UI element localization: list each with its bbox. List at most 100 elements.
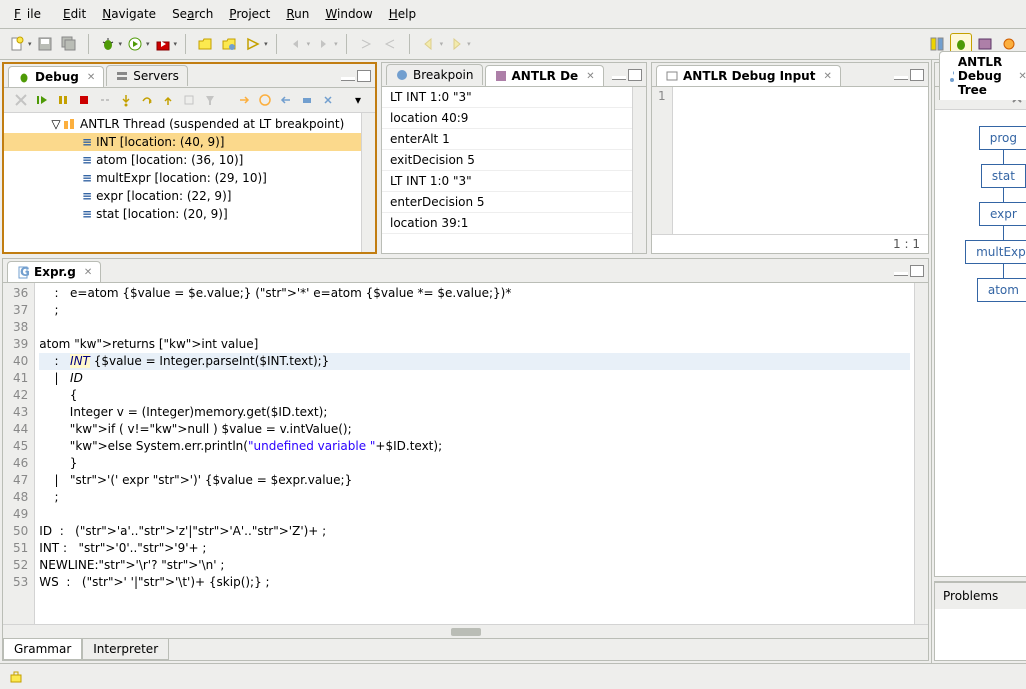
menu-help[interactable]: Help: [383, 4, 422, 24]
close-icon[interactable]: ✕: [823, 71, 831, 82]
debug-action-1-icon[interactable]: [235, 91, 253, 109]
tab-debug[interactable]: Debug ✕: [8, 66, 104, 87]
maximize-icon[interactable]: [628, 69, 642, 81]
debug-action-4-icon[interactable]: [298, 91, 316, 109]
stack-frame-row[interactable]: ≡INT [location: (40, 9)]: [4, 133, 361, 151]
input-text-area[interactable]: [673, 87, 928, 234]
input-icon: [665, 69, 679, 83]
event-row[interactable]: LT INT 1:0 "3": [382, 87, 632, 108]
menu-window[interactable]: Window: [319, 4, 378, 24]
nav-back-button[interactable]: [285, 33, 307, 55]
stack-frame-row[interactable]: ≡stat [location: (20, 9)]: [4, 205, 361, 223]
close-icon[interactable]: ✕: [586, 71, 594, 82]
remove-terminated-icon[interactable]: [12, 91, 30, 109]
drop-frame-icon[interactable]: [180, 91, 198, 109]
thread-row[interactable]: ▽ANTLR Thread (suspended at LT breakpoin…: [4, 115, 361, 133]
menu-project[interactable]: Project: [223, 4, 276, 24]
tab-interpreter[interactable]: Interpreter: [82, 639, 169, 660]
external-tools-button[interactable]: [152, 33, 174, 55]
tree-node[interactable]: atom: [977, 278, 1026, 302]
debug-stack-tree[interactable]: ▽ANTLR Thread (suspended at LT breakpoin…: [4, 113, 361, 252]
nav-prev-button[interactable]: [418, 33, 440, 55]
resume-icon[interactable]: [33, 91, 51, 109]
scrollbar[interactable]: [361, 113, 375, 252]
maximize-icon[interactable]: [910, 265, 924, 277]
step-filters-icon[interactable]: [201, 91, 219, 109]
close-icon[interactable]: ✕: [87, 72, 95, 83]
step-return-icon[interactable]: [159, 91, 177, 109]
event-row[interactable]: enterAlt 1: [382, 129, 632, 150]
debug-button[interactable]: [97, 33, 119, 55]
menu-bar: File Edit Navigate Search Project Run Wi…: [0, 0, 1026, 29]
tree-icon: [948, 69, 954, 83]
code-editor[interactable]: 363738394041424344454647484950515253 : e…: [3, 283, 928, 624]
tab-grammar[interactable]: Grammar: [3, 639, 82, 660]
status-bar: [0, 663, 1026, 689]
stack-frame-row[interactable]: ≡atom [location: (36, 10)]: [4, 151, 361, 169]
tree-node[interactable]: stat: [981, 164, 1026, 188]
event-row[interactable]: location 39:1: [382, 213, 632, 234]
main-toolbar: ▾ ▾ ▾ ▾ ▾ ▾ ▾ ▾ ▾: [0, 29, 1026, 60]
stack-frame-row[interactable]: ≡multExpr [location: (29, 10)]: [4, 169, 361, 187]
debug-panel: Debug ✕ Servers: [2, 62, 377, 254]
close-icon[interactable]: ✕: [1018, 71, 1026, 82]
new-button[interactable]: [6, 33, 28, 55]
menu-run[interactable]: Run: [280, 4, 315, 24]
horiz-scrollbar[interactable]: [3, 624, 928, 638]
tree-node[interactable]: expr: [979, 202, 1026, 226]
tab-servers[interactable]: Servers: [106, 65, 188, 86]
terminate-icon[interactable]: [75, 91, 93, 109]
save-all-button[interactable]: [58, 33, 80, 55]
disconnect-icon[interactable]: [96, 91, 114, 109]
step-over-icon[interactable]: [138, 91, 156, 109]
tab-editor-file[interactable]: G Expr.g ✕: [7, 261, 101, 282]
stack-frame-row[interactable]: ≡expr [location: (22, 9)]: [4, 187, 361, 205]
tree-node[interactable]: prog: [979, 126, 1026, 150]
event-row[interactable]: exitDecision 5: [382, 150, 632, 171]
minimize-icon[interactable]: [894, 272, 908, 276]
antlr-event-list[interactable]: LT INT 1:0 "3"location 40:9enterAlt 1exi…: [382, 87, 632, 253]
maximize-icon[interactable]: [910, 69, 924, 81]
step-into-icon[interactable]: [117, 91, 135, 109]
nav-next-button[interactable]: [445, 33, 467, 55]
open-type-button[interactable]: [218, 33, 240, 55]
event-row[interactable]: LT INT 1:0 "3": [382, 171, 632, 192]
step-button-1[interactable]: [355, 33, 377, 55]
suspend-icon[interactable]: [54, 91, 72, 109]
menu-edit[interactable]: Edit: [57, 4, 92, 24]
editor-code[interactable]: : e=atom {$value = $e.value;} ("str">'*'…: [35, 283, 914, 624]
tab-debug-input[interactable]: ANTLR Debug Input ✕: [656, 65, 841, 86]
debug-action-5-icon[interactable]: [319, 91, 337, 109]
minimize-icon[interactable]: [894, 76, 908, 80]
save-button[interactable]: [34, 33, 56, 55]
step-button-2[interactable]: [379, 33, 401, 55]
nav-fwd-button[interactable]: [312, 33, 334, 55]
scrollbar[interactable]: [632, 87, 646, 253]
close-icon[interactable]: ✕: [84, 267, 92, 278]
parse-tree-diagram[interactable]: prog stat expr multExpr atom: [935, 110, 1026, 576]
tab-antlr-debug[interactable]: ANTLR De ✕: [485, 65, 604, 86]
search-button[interactable]: [242, 33, 264, 55]
menu-search[interactable]: Search: [166, 4, 219, 24]
breakpoints-antlr-panel: Breakpoin ANTLR De ✕ LT INT: [381, 62, 647, 254]
menu-navigate[interactable]: Navigate: [96, 4, 162, 24]
status-icon[interactable]: [8, 669, 24, 685]
maximize-icon[interactable]: [357, 70, 371, 82]
tab-breakpoints[interactable]: Breakpoin: [386, 64, 483, 85]
tree-node[interactable]: multExpr: [965, 240, 1026, 264]
debug-action-2-icon[interactable]: [256, 91, 274, 109]
event-row[interactable]: location 40:9: [382, 108, 632, 129]
problems-list[interactable]: [935, 609, 1026, 660]
debug-action-3-icon[interactable]: [277, 91, 295, 109]
minimize-icon[interactable]: [341, 77, 355, 81]
debug-input-panel: ANTLR Debug Input ✕ 1 1 : 1: [651, 62, 929, 254]
view-menu-icon[interactable]: ▾: [349, 91, 367, 109]
run-button[interactable]: [124, 33, 146, 55]
menu-file[interactable]: File: [8, 4, 53, 24]
scrollbar[interactable]: [914, 283, 928, 624]
tab-debug-tree[interactable]: ANTLR Debug Tree ✕: [939, 51, 1026, 100]
open-folder-button[interactable]: [194, 33, 216, 55]
event-row[interactable]: enterDecision 5: [382, 192, 632, 213]
minimize-icon[interactable]: [612, 76, 626, 80]
breakpoint-icon: [395, 68, 409, 82]
